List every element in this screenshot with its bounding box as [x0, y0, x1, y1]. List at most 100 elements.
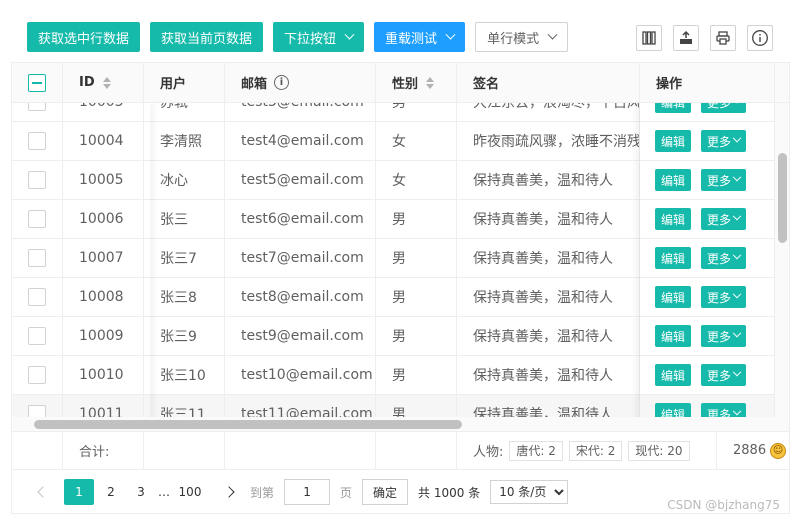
edit-button[interactable]: 编辑 — [655, 247, 692, 269]
page-3[interactable]: 3 — [128, 479, 154, 505]
toolbar-button-1[interactable]: 获取选中行数据 — [27, 22, 141, 52]
people-label: 人物: — [473, 445, 504, 460]
toolbar-button-2[interactable]: 获取当前页数据 — [150, 22, 264, 52]
more-button-label: 更多 — [707, 290, 732, 305]
next-page-button[interactable] — [216, 479, 242, 505]
row-actions: 编辑更多 — [640, 356, 775, 394]
row-checkbox[interactable] — [28, 327, 46, 345]
more-button[interactable]: 更多 — [701, 364, 747, 386]
table-body[interactable]: 10003苏轼test3@email.com男大江东去，浪淘尽，千古风流人物编辑… — [12, 103, 775, 417]
table-row[interactable]: 10011 张三11 test11@email.com 男保持真善美，温和待人 编辑 更多 — [12, 395, 775, 417]
header-id[interactable]: ID — [63, 63, 144, 102]
edit-button[interactable]: 编辑 — [655, 169, 692, 191]
row-checkbox[interactable] — [28, 132, 46, 150]
sort-icon[interactable] — [102, 76, 111, 89]
row-checkbox[interactable] — [28, 366, 46, 384]
row-checkbox[interactable] — [28, 171, 46, 189]
table-row[interactable]: 10006 张三 test6@email.com 男保持真善美，温和待人 编辑 更多 — [12, 200, 775, 239]
cell-email: test9@email.com — [225, 317, 376, 355]
toolbar-button-4[interactable]: 重载测试 — [374, 22, 466, 52]
more-button[interactable]: 更多 — [701, 130, 747, 152]
more-button-label: 更多 — [707, 103, 731, 111]
page-size-select[interactable]: 10 条/页 — [490, 480, 569, 504]
cell-gender: 男 — [376, 103, 457, 121]
total-sum-cell: 2886 ☺ — [717, 432, 789, 469]
sort-icon[interactable] — [426, 76, 435, 89]
more-button[interactable]: 更多 — [701, 286, 747, 308]
era-tag: 现代: 20 — [628, 440, 690, 461]
edit-button[interactable]: 编辑 — [655, 364, 692, 386]
edit-button[interactable]: 编辑 — [655, 103, 692, 113]
chevron-down-icon — [732, 211, 742, 221]
row-checkbox[interactable] — [28, 210, 46, 228]
edit-button[interactable]: 编辑 — [655, 286, 692, 308]
chevron-down-icon — [547, 29, 558, 40]
cell-email: test7@email.com — [225, 239, 376, 277]
page-unit-label: 页 — [340, 485, 353, 500]
more-button[interactable]: 更多 — [701, 325, 747, 347]
table-row[interactable]: 10007 张三7 test7@email.com 男保持真善美，温和待人 编辑 更多 — [12, 239, 775, 278]
cell-gender: 男 — [376, 395, 457, 417]
horizontal-scroll-thumb[interactable] — [34, 420, 462, 429]
page-100[interactable]: 100 — [174, 479, 206, 505]
toolbar-button-5[interactable]: 单行模式 — [475, 22, 569, 52]
row-checkbox[interactable] — [28, 103, 46, 111]
total-label-cell: 合计: — [63, 432, 144, 469]
table-row[interactable]: 10004 李清照 test4@email.com 女昨夜雨疏风骤，浓睡不消残酒 编辑更… — [12, 122, 775, 161]
toolbar-button-3[interactable]: 下拉按钮 — [273, 22, 365, 52]
more-button-label: 更多 — [707, 329, 732, 344]
header-user: 用户 — [144, 63, 225, 102]
info-circle-icon[interactable]: i — [274, 75, 290, 90]
cell-sign: 保持真善美，温和待人 — [457, 317, 640, 355]
info-icon[interactable] — [747, 25, 773, 51]
row-actions: 编辑更多 — [640, 122, 775, 160]
row-actions: 编辑更多 — [640, 317, 775, 355]
toolbar-button-label: 获取选中行数据 — [38, 31, 130, 47]
table-row[interactable]: 10010 张三10 test10@email.com 男保持真善美，温和待人 编辑 更多 — [12, 356, 775, 395]
goto-page-input[interactable] — [284, 479, 331, 505]
more-button[interactable]: 更多 — [701, 247, 747, 269]
cell-id: 10010 — [63, 356, 144, 394]
cell-id: 10005 — [63, 161, 144, 199]
more-button-label: 更多 — [707, 212, 732, 227]
table-row[interactable]: 10008 张三8 test8@email.com 男保持真善美，温和待人 编辑 更多 — [12, 278, 775, 317]
more-button[interactable]: 更多 — [701, 103, 747, 113]
cell-id: 10003 — [63, 103, 144, 121]
row-checkbox[interactable] — [28, 249, 46, 267]
print-icon[interactable] — [710, 25, 736, 51]
more-button[interactable]: 更多 — [701, 403, 747, 417]
row-checkbox[interactable] — [28, 405, 46, 417]
vertical-scrollbar[interactable] — [775, 103, 789, 417]
horizontal-scrollbar[interactable] — [12, 417, 775, 431]
cell-user: 张三 — [144, 200, 225, 238]
more-button[interactable]: 更多 — [701, 208, 747, 230]
confirm-goto-button[interactable]: 确定 — [362, 479, 409, 505]
select-all-checkbox[interactable] — [28, 73, 46, 92]
more-button[interactable]: 更多 — [701, 169, 747, 191]
header-gender[interactable]: 性别 — [376, 63, 457, 102]
page-2[interactable]: 2 — [98, 479, 124, 505]
cell-sign: 保持真善美，温和待人 — [457, 278, 640, 316]
cell-user: 张三9 — [144, 317, 225, 355]
edit-button[interactable]: 编辑 — [655, 130, 692, 152]
cell-id: 10006 — [63, 200, 144, 238]
era-tag: 唐代: 2 — [509, 440, 563, 461]
header-sign-label: 签名 — [473, 77, 500, 92]
row-select-cell — [12, 122, 63, 160]
edit-button[interactable]: 编辑 — [655, 403, 692, 417]
table-row[interactable]: 10003苏轼test3@email.com男大江东去，浪淘尽，千古风流人物编辑… — [12, 103, 775, 122]
table-row[interactable]: 10009 张三9 test9@email.com 男保持真善美，温和待人 编辑 更多 — [12, 317, 775, 356]
page-ellipsis: … — [158, 485, 170, 499]
chevron-down-icon — [732, 172, 742, 182]
row-checkbox[interactable] — [28, 288, 46, 306]
edit-button[interactable]: 编辑 — [655, 208, 692, 230]
cell-id: 10008 — [63, 278, 144, 316]
edit-button[interactable]: 编辑 — [655, 325, 692, 347]
page-1[interactable]: 1 — [64, 479, 94, 505]
vertical-scroll-thumb[interactable] — [778, 153, 787, 243]
table-row[interactable]: 10005 冰心 test5@email.com 女保持真善美，温和待人 编辑 更多 — [12, 161, 775, 200]
chevron-down-icon — [445, 29, 456, 40]
prev-page-button[interactable] — [30, 479, 56, 505]
export-icon[interactable] — [673, 25, 699, 51]
columns-icon[interactable] — [636, 25, 662, 51]
